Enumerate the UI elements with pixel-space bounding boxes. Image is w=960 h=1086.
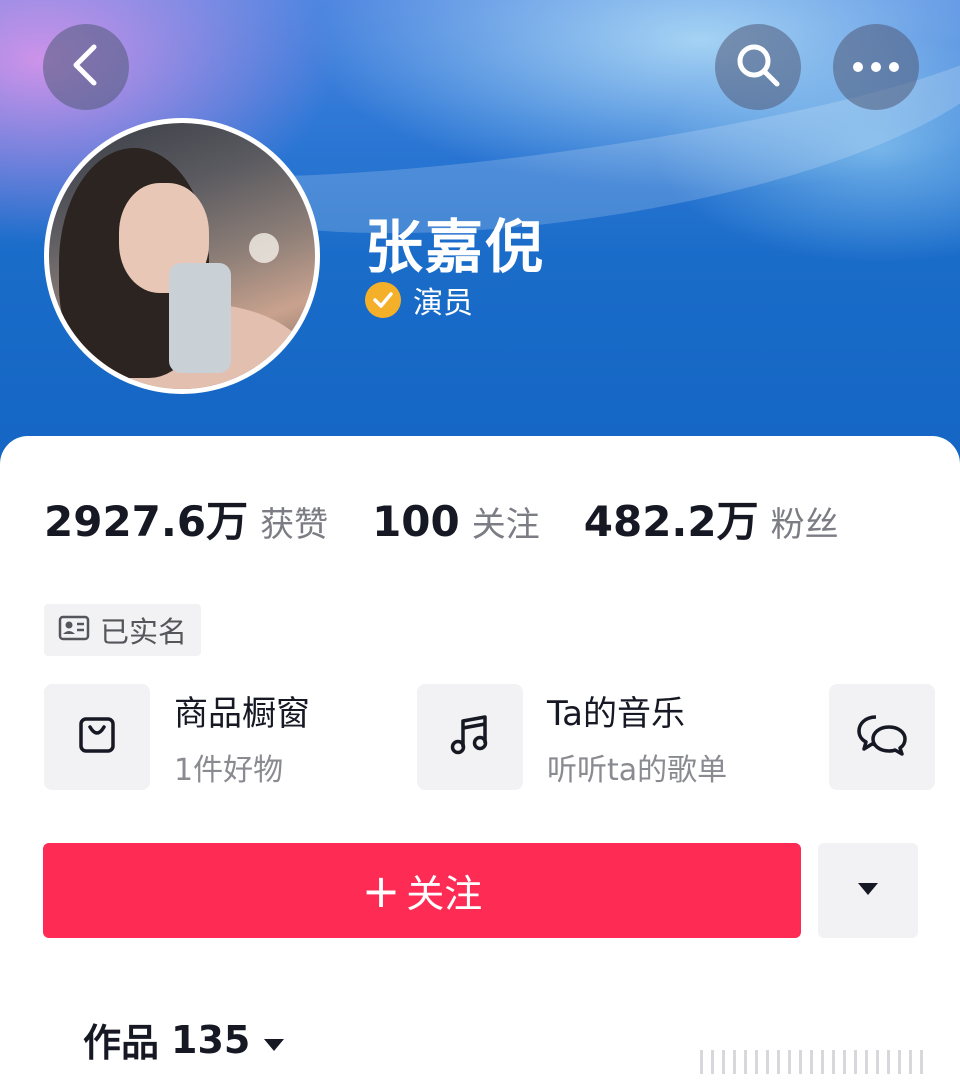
avatar-photo-detail <box>249 233 279 263</box>
stat-followers[interactable]: 482.2万 粉丝 <box>584 488 839 549</box>
shopping-bag-icon <box>77 715 117 759</box>
avatar-photo-detail <box>169 263 231 373</box>
tab-works-label: 作品 <box>83 1021 160 1065</box>
verified-check-icon <box>365 282 401 318</box>
follow-label: 关注 <box>406 872 483 916</box>
feature-icon-box <box>44 684 150 790</box>
music-note-icon <box>448 713 492 761</box>
stat-likes[interactable]: 2927.6万 获赞 <box>44 488 328 549</box>
feature-shop-window[interactable]: 商品橱窗 1件好物 <box>44 684 310 790</box>
chevron-left-icon <box>68 43 104 91</box>
feature-subtitle: 1件好物 <box>174 752 284 788</box>
profile-stats: 2927.6万 获赞 100 关注 482.2万 粉丝 <box>44 488 839 549</box>
feature-title: 商品橱窗 <box>174 693 310 734</box>
stat-label: 获赞 <box>260 505 329 545</box>
stat-value: 482.2万 <box>583 497 759 546</box>
tab-works[interactable]: 作品 135 <box>83 1012 286 1067</box>
verified-label: 演员 <box>413 286 473 321</box>
caret-down-icon <box>262 1018 286 1062</box>
more-button[interactable] <box>833 24 919 110</box>
plus-icon: + <box>361 863 401 918</box>
back-button[interactable] <box>43 24 129 110</box>
more-horizontal-icon <box>852 58 900 77</box>
feature-subtitle: 听听ta的歌单 <box>547 752 728 788</box>
profile-name: 张嘉倪 <box>365 213 546 281</box>
realname-badge: 已实名 <box>44 604 202 656</box>
follow-options-button[interactable] <box>818 843 918 938</box>
stat-value: 100 <box>372 497 460 546</box>
search-icon <box>735 42 781 92</box>
feature-icon-box <box>417 684 523 790</box>
tab-works-count: 135 <box>171 1017 251 1062</box>
verification-badge: 演员 <box>365 278 473 322</box>
follow-button[interactable]: + 关注 <box>43 843 801 938</box>
search-button[interactable] <box>715 24 801 110</box>
stat-label: 关注 <box>471 505 540 545</box>
stat-value: 2927.6万 <box>44 497 249 546</box>
stat-label: 粉丝 <box>770 505 839 545</box>
avatar[interactable] <box>44 118 320 394</box>
stat-following[interactable]: 100 关注 <box>372 497 540 546</box>
realname-label: 已实名 <box>100 615 188 649</box>
chat-bubbles-icon <box>856 713 908 761</box>
feature-icon-box <box>829 684 935 790</box>
watermark <box>700 1050 923 1074</box>
feature-chat[interactable] <box>829 684 935 790</box>
feature-title: Ta的音乐 <box>547 693 685 734</box>
caret-down-icon <box>856 881 880 901</box>
id-card-icon <box>58 615 90 645</box>
feature-music[interactable]: Ta的音乐 听听ta的歌单 <box>417 684 727 790</box>
